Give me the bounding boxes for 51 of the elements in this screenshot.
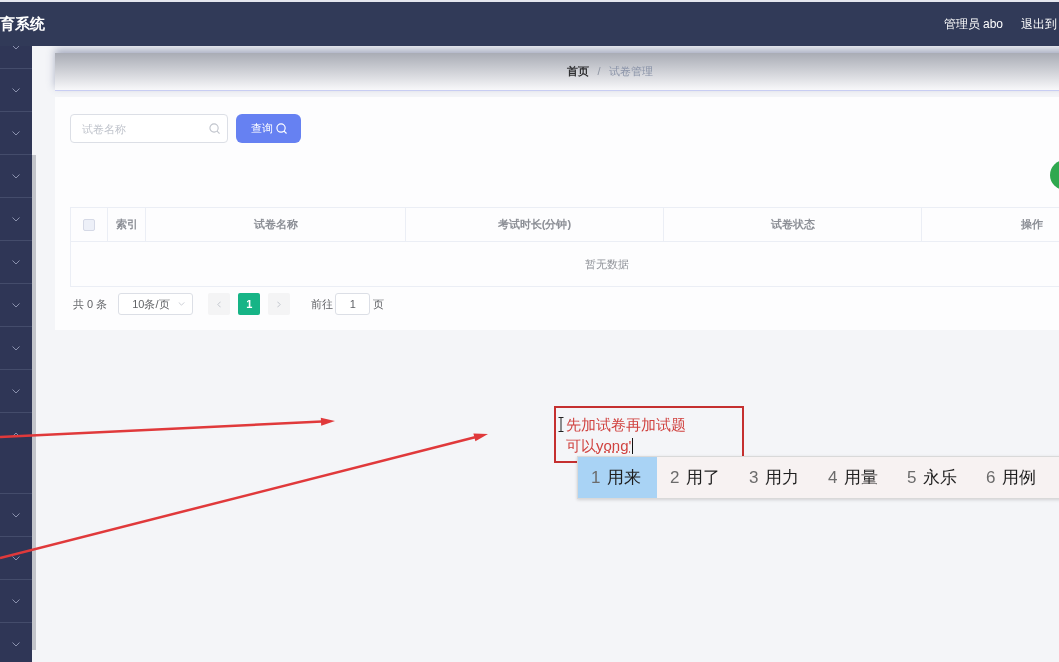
search-field[interactable]: 试卷名称 [70, 114, 228, 143]
chevron-down-icon [12, 259, 20, 265]
text-caret [632, 437, 634, 454]
column-header: 考试时长(分钟) [497, 217, 572, 233]
chevron-down-icon [12, 345, 20, 351]
chevron-down-icon [178, 302, 186, 306]
ime-candidate[interactable]: 5 永乐 [894, 457, 973, 498]
chevron-down-icon [12, 173, 20, 179]
logout-link[interactable]: 退出到 [1021, 15, 1057, 33]
user-name: 管理员 abo [943, 16, 1003, 33]
chevron-down-icon [12, 302, 20, 308]
chevron-down-icon [12, 512, 20, 518]
page-size-select[interactable]: 10条/页 [118, 293, 194, 315]
chevron-up-icon [12, 431, 20, 437]
ime-candidate[interactable]: 3 用力 [736, 457, 815, 498]
ime-candidate[interactable]: 2 用了 [657, 457, 736, 498]
breadcrumb-link[interactable]: 首页 [567, 63, 590, 80]
column-header: 操作 [1021, 217, 1043, 233]
breadcrumb-separator: / [597, 64, 601, 80]
column-header: 索引 [116, 217, 138, 233]
ime-candidate[interactable]: 4 用量 [815, 457, 894, 498]
chevron-down-icon [12, 641, 20, 647]
previous-page-button[interactable] [208, 293, 231, 315]
goto-label: 前往 [311, 296, 334, 312]
annotation-text: 可以yong' [566, 436, 632, 456]
column-header: 试卷状态 [770, 217, 815, 233]
annotation-text: 先加试卷再加试题 [566, 415, 686, 435]
app-title: 育系统 [0, 13, 45, 34]
column-header: 试卷名称 [253, 217, 298, 233]
page-jump-field[interactable]: 1 [335, 293, 371, 315]
empty-text: 暂无数据 [584, 256, 629, 272]
chevron-down-icon [12, 388, 20, 394]
chevron-down-icon [12, 87, 20, 93]
chevron-down-icon [12, 555, 20, 561]
next-page-button[interactable] [268, 293, 291, 315]
chevron-down-icon [12, 598, 20, 604]
search-icon [275, 123, 287, 134]
search-icon [209, 123, 220, 134]
chevron-left-icon [217, 300, 222, 308]
chevron-down-icon [12, 46, 20, 50]
text-cursor-icon [558, 417, 564, 432]
chevron-right-icon [277, 300, 282, 308]
page-unit-label: 页 [373, 296, 385, 312]
ime-candidate[interactable]: 1 用来 [578, 457, 657, 498]
ime-candidate[interactable]: 6 用例 [973, 457, 1052, 498]
chevron-down-icon [12, 130, 20, 136]
search-button[interactable]: 查询 [236, 114, 301, 143]
select-all-checkbox[interactable] [83, 218, 95, 231]
chevron-down-icon [12, 216, 20, 222]
total-count: 共 0 条 [73, 296, 108, 312]
scrollbar-thumb[interactable] [32, 155, 36, 650]
